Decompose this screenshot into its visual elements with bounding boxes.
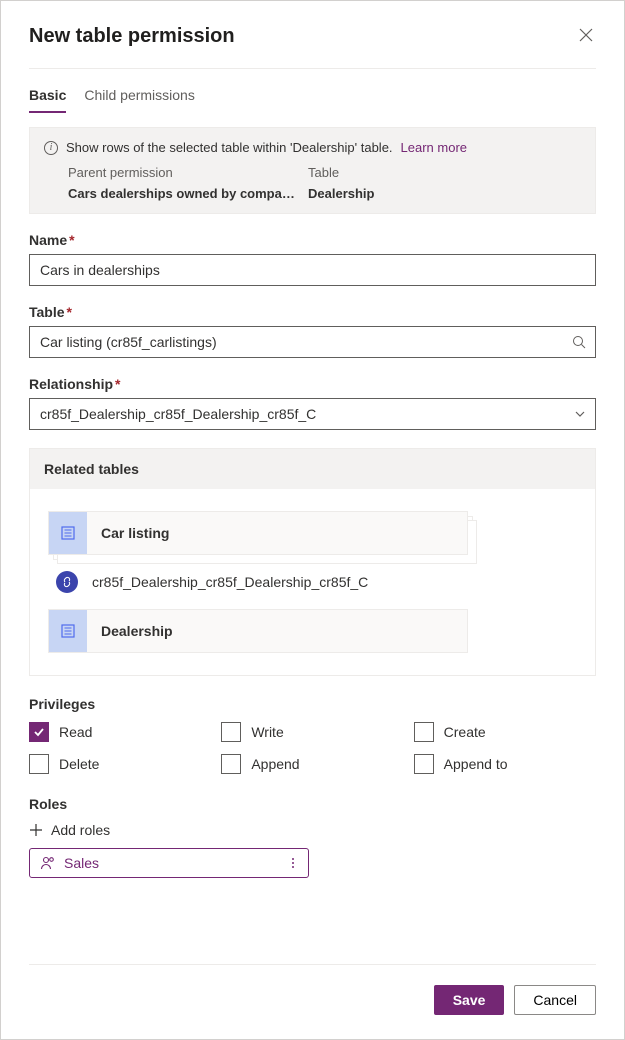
table-input[interactable] (29, 326, 596, 358)
more-icon[interactable] (286, 856, 300, 870)
info-grid: Parent permission Cars dealerships owned… (44, 165, 581, 201)
close-icon (579, 28, 593, 42)
privileges-grid: Read Write Create Delete Append Append t… (29, 722, 596, 774)
plus-icon (29, 823, 43, 837)
learn-more-link[interactable]: Learn more (401, 140, 467, 155)
table-icon (49, 512, 87, 554)
info-col-table: Table Dealership (308, 165, 374, 201)
tab-basic[interactable]: Basic (29, 83, 66, 113)
footer: Save Cancel (29, 964, 596, 1015)
relationship-link-row: cr85f_Dealership_cr85f_Dealership_cr85f_… (48, 571, 577, 593)
privilege-append[interactable]: Append (221, 754, 403, 774)
checkbox-icon (29, 754, 49, 774)
link-icon (56, 571, 78, 593)
info-col-parent: Parent permission Cars dealerships owned… (68, 165, 308, 201)
related-tables-header: Related tables (30, 449, 595, 489)
close-button[interactable] (576, 25, 596, 45)
roles-header: Roles (29, 796, 596, 812)
related-card-label: Dealership (101, 623, 173, 639)
save-button[interactable]: Save (434, 985, 505, 1015)
related-tables-box: Related tables Car listing cr85f_Dealers… (29, 448, 596, 676)
privilege-write[interactable]: Write (221, 722, 403, 742)
role-chip-sales[interactable]: Sales (29, 848, 309, 878)
header-divider (29, 68, 596, 69)
table-label: Table* (29, 304, 596, 320)
relationship-link-text: cr85f_Dealership_cr85f_Dealership_cr85f_… (92, 574, 368, 590)
field-relationship: Relationship* (29, 376, 596, 430)
panel-header: New table permission (29, 25, 596, 56)
table-icon (49, 610, 87, 652)
checkbox-icon (221, 754, 241, 774)
parent-info-box: i Show rows of the selected table within… (29, 127, 596, 214)
role-chip-label: Sales (64, 855, 99, 871)
checkbox-icon (29, 722, 49, 742)
related-tables-body: Car listing cr85f_Dealership_cr85f_Deale… (30, 489, 595, 675)
privilege-read[interactable]: Read (29, 722, 211, 742)
required-marker: * (69, 232, 74, 248)
info-text: Show rows of the selected table within '… (66, 140, 393, 155)
panel-title: New table permission (29, 25, 235, 48)
relationship-label: Relationship* (29, 376, 596, 392)
cancel-button[interactable]: Cancel (514, 985, 596, 1015)
add-roles-label: Add roles (51, 822, 110, 838)
new-table-permission-panel: New table permission Basic Child permiss… (0, 0, 625, 1040)
checkbox-icon (221, 722, 241, 742)
checkbox-icon (414, 722, 434, 742)
checkbox-icon (414, 754, 434, 774)
privilege-label: Append (251, 756, 299, 772)
privileges-section: Privileges Read Write Create Delete Appe… (29, 696, 596, 796)
privilege-append-to[interactable]: Append to (414, 754, 596, 774)
privilege-label: Delete (59, 756, 99, 772)
tabs: Basic Child permissions (29, 83, 596, 113)
field-name: Name* (29, 232, 596, 286)
privilege-delete[interactable]: Delete (29, 754, 211, 774)
privilege-label: Read (59, 724, 92, 740)
parent-permission-value: Cars dealerships owned by compa… (68, 186, 298, 201)
info-description-row: i Show rows of the selected table within… (44, 140, 581, 155)
related-card-label: Car listing (101, 525, 169, 541)
relationship-select[interactable] (29, 398, 596, 430)
related-card-car-listing: Car listing (48, 511, 468, 555)
required-marker: * (115, 376, 120, 392)
info-table-value: Dealership (308, 186, 374, 201)
roles-section: Roles Add roles Sales (29, 796, 596, 878)
add-roles-button[interactable]: Add roles (29, 822, 596, 838)
related-card-dealership: Dealership (48, 609, 468, 653)
required-marker: * (67, 304, 72, 320)
people-icon (40, 855, 56, 871)
privilege-label: Create (444, 724, 486, 740)
privileges-header: Privileges (29, 696, 596, 712)
tab-child-permissions[interactable]: Child permissions (84, 83, 194, 113)
privilege-create[interactable]: Create (414, 722, 596, 742)
privilege-label: Append to (444, 756, 508, 772)
name-label: Name* (29, 232, 596, 248)
field-table: Table* (29, 304, 596, 358)
parent-permission-label: Parent permission (68, 165, 308, 180)
privilege-label: Write (251, 724, 283, 740)
info-table-label: Table (308, 165, 374, 180)
name-input[interactable] (29, 254, 596, 286)
info-icon: i (44, 141, 58, 155)
